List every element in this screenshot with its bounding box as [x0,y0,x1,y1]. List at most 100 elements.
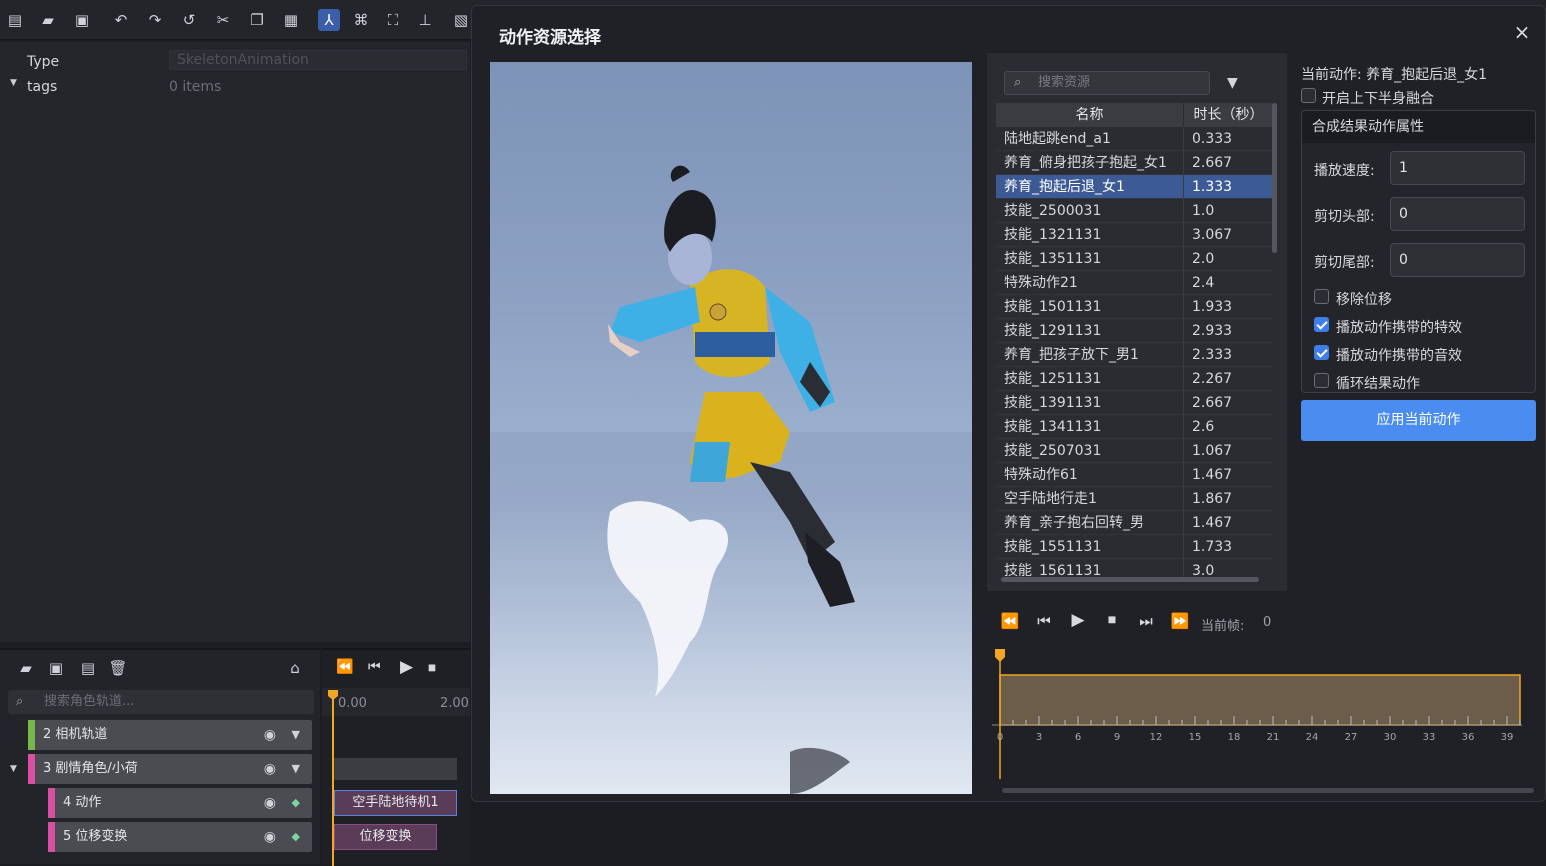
play-effects-checkbox[interactable] [1314,317,1329,332]
table-row[interactable]: 技能_1351131 2.0 [996,247,1272,271]
keyframe-icon[interactable]: ◆ [292,788,300,818]
timeline-ruler[interactable]: 0.00 2.00 [322,688,470,716]
table-row[interactable]: 技能_1501131 1.933 [996,295,1272,319]
link-icon[interactable]: ⌘ [350,9,372,31]
column-divider [1183,487,1184,511]
expand-triangle-icon[interactable]: ▼ [10,78,17,88]
previous-frame-icon[interactable]: ⏮ [368,659,381,675]
table-row[interactable]: 技能_1561131 3.0 [996,559,1272,579]
keyframe-icon[interactable]: ◆ [292,822,300,852]
track-item[interactable]: 4 动作 ◉ ◆ [48,788,312,818]
column-divider [1183,463,1184,487]
track-item[interactable]: 3 剧情角色/小荷 ◉ ▼ [28,754,312,784]
eye-icon[interactable]: ◉ [264,788,276,818]
rewind-icon[interactable]: ⏪ [336,659,353,675]
column-header-duration[interactable]: 时长（秒） [1185,103,1272,127]
chevron-down-icon[interactable]: ▼ [292,720,300,750]
save-as-icon[interactable]: ▤ [78,658,98,678]
table-row[interactable]: 技能_1341131 2.6 [996,415,1272,439]
new-file-icon[interactable]: ▤ [4,9,26,31]
column-divider [1183,559,1184,579]
play-sound-checkbox[interactable] [1314,345,1329,360]
row-duration: 1.333 [1192,179,1233,195]
stop-icon[interactable]: ⏹ [1101,610,1123,630]
timeline-clip[interactable]: 空手陆地待机1 [334,790,457,816]
redo-icon[interactable]: ↷ [144,9,166,31]
fullscreen-icon[interactable]: ⛶ [382,9,404,31]
table-row[interactable]: 养育_亲子抱右回转_男 1.467 [996,511,1272,535]
fast-forward-icon[interactable]: ⏩ [1169,612,1191,630]
track-item[interactable]: 5 位移变换 ◉ ◆ [48,822,312,852]
eye-icon[interactable]: ◉ [264,754,276,784]
option-label: 播放动作携带的音效 [1336,348,1462,364]
horizontal-scrollbar[interactable] [1001,577,1259,582]
loop-checkbox[interactable] [1314,373,1329,388]
table-row[interactable]: 空手陆地行走1 1.867 [996,487,1272,511]
row-duration: 0.333 [1192,131,1233,147]
row-duration: 1.067 [1192,443,1233,459]
eye-icon[interactable]: ◉ [264,720,276,750]
table-row[interactable]: 技能_2507031 1.067 [996,439,1272,463]
vertical-scrollbar[interactable] [1272,103,1277,253]
row-duration: 1.733 [1192,539,1233,555]
cut-tail-input[interactable]: 0 [1390,243,1525,277]
save-icon[interactable]: ▣ [71,9,93,31]
timeline-clip[interactable]: 位移变换 [334,824,437,850]
ruler-scrollbar[interactable] [1002,788,1534,793]
chevron-down-icon[interactable]: ▼ [292,754,300,784]
play-icon[interactable]: ▶ [1067,610,1089,630]
undo-icon[interactable]: ↶ [110,9,132,31]
blend-checkbox[interactable] [1301,88,1316,103]
row-name: 空手陆地行走1 [1004,491,1097,507]
table-row[interactable]: 技能_1551131 1.733 [996,535,1272,559]
timeline-tick: 0.00 [338,696,367,711]
cut-icon[interactable]: ✂ [212,9,234,31]
next-frame-icon[interactable]: ⏭ [1135,612,1157,630]
table-row[interactable]: 技能_1291131 2.933 [996,319,1272,343]
eye-icon[interactable]: ◉ [264,822,276,852]
open-folder-icon[interactable]: ▰ [37,9,59,31]
animation-preview[interactable] [490,62,972,794]
history-icon[interactable]: ↺ [178,9,200,31]
timeline-panel: ⏪ ⏮ ▶ ⏹ 0.00 2.00 空手陆地待机1 位移变换 [322,648,470,866]
table-row[interactable]: 陆地起跳end_a1 0.333 [996,127,1272,151]
ruler-tick-label: 36 [1462,732,1475,743]
table-row[interactable]: 养育_俯身把孩子抱起_女1 2.667 [996,151,1272,175]
align-icon[interactable]: ⊥ [414,9,436,31]
expand-triangle-icon[interactable]: ▼ [10,764,17,774]
filter-icon[interactable]: ▼ [1227,75,1238,91]
track-search-input[interactable]: ⌕ 搜索角色轨道... [8,690,314,714]
image-icon[interactable]: ▧ [450,9,472,31]
close-button[interactable]: × [1511,22,1533,44]
row-name: 技能_1341131 [1004,419,1102,435]
row-duration: 3.0 [1192,563,1215,579]
previous-frame-icon[interactable]: ⏮ [1033,612,1055,630]
stop-icon[interactable]: ⏹ [428,658,436,678]
table-row[interactable]: 养育_把孩子放下_男1 2.333 [996,343,1272,367]
save-icon[interactable]: ▣ [46,658,66,678]
table-row[interactable]: 特殊动作21 2.4 [996,271,1272,295]
move-tool-icon[interactable]: ⅄ [318,9,340,31]
table-row[interactable]: 养育_抱起后退_女1 1.333 [996,175,1272,199]
property-type-value[interactable]: SkeletonAnimation [169,50,467,70]
table-row[interactable]: 技能_1391131 2.667 [996,391,1272,415]
open-folder-icon[interactable]: ▰ [16,658,36,678]
apply-action-button[interactable]: 应用当前动作 [1301,400,1536,441]
speed-input[interactable]: 1 [1390,151,1525,185]
remove-displacement-checkbox[interactable] [1314,289,1329,304]
copy-icon[interactable]: ❐ [246,9,268,31]
column-header-name[interactable]: 名称 [996,103,1184,127]
cut-head-input[interactable]: 0 [1390,197,1525,231]
delete-icon[interactable]: 🗑 [108,658,128,678]
resource-search-input[interactable]: ⌕ 搜索资源 [1004,71,1210,95]
table-row[interactable]: 技能_2500031 1.0 [996,199,1272,223]
frame-ruler[interactable]: 036912151821242730333639 [992,649,1522,779]
table-row[interactable]: 技能_1321131 3.067 [996,223,1272,247]
paste-icon[interactable]: ▦ [280,9,302,31]
table-row[interactable]: 特殊动作61 1.467 [996,463,1272,487]
table-row[interactable]: 技能_1251131 2.267 [996,367,1272,391]
play-icon[interactable]: ▶ [400,657,413,677]
inbox-icon[interactable]: ⌂ [285,658,305,678]
track-item[interactable]: 2 相机轨道 ◉ ▼ [28,720,312,750]
rewind-icon[interactable]: ⏪ [999,612,1021,630]
